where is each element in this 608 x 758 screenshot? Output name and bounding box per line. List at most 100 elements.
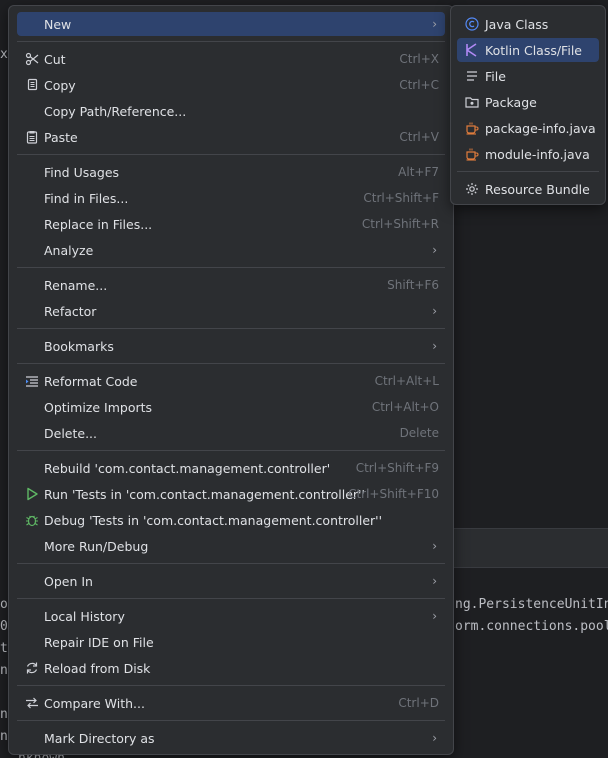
console-line: orm.connections.pool <box>455 619 608 634</box>
chevron-right-icon: › <box>432 304 437 318</box>
resource-bundle-icon <box>465 182 479 196</box>
menu-item-new[interactable]: New › <box>17 12 445 36</box>
shortcut-label: Ctrl+D <box>398 696 439 710</box>
submenu-item-label: Package <box>485 94 537 110</box>
chevron-right-icon: › <box>432 339 437 353</box>
shortcut-label: Delete <box>399 426 439 440</box>
reload-icon <box>25 661 39 675</box>
menu-item-more-run-debug[interactable]: More Run/Debug › <box>17 534 445 558</box>
menu-item-find-in-files[interactable]: Find in Files... Ctrl+Shift+F <box>17 186 445 210</box>
separator <box>457 171 599 172</box>
menu-item-label: Reload from Disk <box>44 660 151 676</box>
clipboard-icon <box>25 130 39 144</box>
menu-item-label: Rebuild 'com.contact.management.controll… <box>44 460 331 476</box>
file-icon <box>465 69 479 83</box>
shortcut-label: Ctrl+Shift+R <box>361 217 439 231</box>
kotlin-icon <box>465 43 479 57</box>
menu-item-label: Run 'Tests in 'com.contact.management.co… <box>44 486 365 502</box>
java-file-icon <box>465 121 479 135</box>
chevron-right-icon: › <box>432 17 437 31</box>
bg-fragment: n <box>0 707 8 722</box>
menu-item-label: More Run/Debug <box>44 538 149 554</box>
menu-item-label: Refactor <box>44 303 97 319</box>
menu-item-debug-tests[interactable]: Debug 'Tests in 'com.contact.management.… <box>17 508 445 532</box>
menu-item-open-in[interactable]: Open In › <box>17 569 445 593</box>
chevron-right-icon: › <box>432 243 437 257</box>
menu-item-optimize-imports[interactable]: Optimize Imports Ctrl+Alt+O <box>17 395 445 419</box>
menu-item-label: Rename... <box>44 277 108 293</box>
menu-item-find-usages[interactable]: Find Usages Alt+F7 <box>17 160 445 184</box>
separator <box>17 685 445 686</box>
copy-icon <box>25 78 39 92</box>
submenu-item-java-class[interactable]: Java Class <box>457 12 599 36</box>
shortcut-label: Ctrl+Shift+F10 <box>348 487 439 501</box>
shortcut-label: Ctrl+X <box>399 52 439 66</box>
menu-item-label: New <box>44 16 72 32</box>
package-icon <box>465 95 479 109</box>
menu-item-reload-from-disk[interactable]: Reload from Disk <box>17 656 445 680</box>
menu-item-label: Paste <box>44 129 78 145</box>
menu-item-copy-path[interactable]: Copy Path/Reference... <box>17 99 445 123</box>
bg-fragment: o <box>0 597 8 612</box>
chevron-right-icon: › <box>432 539 437 553</box>
editor-area <box>450 206 608 528</box>
separator <box>17 154 445 155</box>
menu-item-delete[interactable]: Delete... Delete <box>17 421 445 445</box>
menu-item-analyze[interactable]: Analyze › <box>17 238 445 262</box>
submenu-item-label: Java Class <box>485 16 549 32</box>
menu-item-compare-with[interactable]: Compare With... Ctrl+D <box>17 691 445 715</box>
submenu-item-package-info[interactable]: package-info.java <box>457 116 599 140</box>
menu-item-label: Local History <box>44 608 125 624</box>
menu-item-label: Open In <box>44 573 93 589</box>
menu-item-local-history[interactable]: Local History › <box>17 604 445 628</box>
shortcut-label: Shift+F6 <box>387 278 439 292</box>
menu-item-label: Copy <box>44 77 76 93</box>
menu-item-reformat-code[interactable]: Reformat Code Ctrl+Alt+L <box>17 369 445 393</box>
bg-fragment: n <box>0 729 8 744</box>
compare-icon <box>25 696 39 710</box>
menu-item-rebuild[interactable]: Rebuild 'com.contact.management.controll… <box>17 456 445 480</box>
menu-item-rename[interactable]: Rename... Shift+F6 <box>17 273 445 297</box>
menu-item-label: Debug 'Tests in 'com.contact.management.… <box>44 512 383 528</box>
menu-item-bookmarks[interactable]: Bookmarks › <box>17 334 445 358</box>
menu-item-refactor[interactable]: Refactor › <box>17 299 445 323</box>
separator <box>17 363 445 364</box>
menu-item-run-tests[interactable]: Run 'Tests in 'com.contact.management.co… <box>17 482 445 506</box>
separator <box>17 598 445 599</box>
menu-item-label: Analyze <box>44 242 94 258</box>
submenu-item-label: package-info.java <box>485 120 596 136</box>
menu-item-repair-ide[interactable]: Repair IDE on File <box>17 630 445 654</box>
menu-item-label: Optimize Imports <box>44 399 153 415</box>
shortcut-label: Ctrl+Alt+O <box>371 400 439 414</box>
menu-item-label: Replace in Files... <box>44 216 153 232</box>
separator <box>17 563 445 564</box>
menu-item-label: Bookmarks <box>44 338 114 354</box>
project-context-menu: New › Cut Ctrl+X Copy Ctrl+C Copy Path/R… <box>8 5 454 755</box>
submenu-item-resource-bundle[interactable]: Resource Bundle <box>457 177 599 201</box>
separator <box>17 328 445 329</box>
shortcut-label: Ctrl+Shift+F9 <box>355 461 439 475</box>
submenu-item-label: Resource Bundle <box>485 181 590 197</box>
separator <box>17 720 445 721</box>
menu-item-label: Reformat Code <box>44 373 138 389</box>
submenu-item-package[interactable]: Package <box>457 90 599 114</box>
chevron-right-icon: › <box>432 609 437 623</box>
menu-item-mark-directory-as[interactable]: Mark Directory as › <box>17 726 445 750</box>
bg-fragment: t <box>0 641 8 656</box>
menu-item-copy[interactable]: Copy Ctrl+C <box>17 73 445 97</box>
shortcut-label: Alt+F7 <box>398 165 439 179</box>
menu-item-label: Copy Path/Reference... <box>44 103 187 119</box>
menu-item-paste[interactable]: Paste Ctrl+V <box>17 125 445 149</box>
menu-item-cut[interactable]: Cut Ctrl+X <box>17 47 445 71</box>
shortcut-label: Ctrl+V <box>399 130 439 144</box>
menu-item-label: Repair IDE on File <box>44 634 154 650</box>
menu-item-replace-in-files[interactable]: Replace in Files... Ctrl+Shift+R <box>17 212 445 236</box>
submenu-item-label: File <box>485 68 506 84</box>
java-class-icon <box>465 17 479 31</box>
shortcut-label: Ctrl+Alt+L <box>374 374 439 388</box>
submenu-item-kotlin-class[interactable]: Kotlin Class/File <box>457 38 599 62</box>
menu-item-label: Delete... <box>44 425 97 441</box>
submenu-item-module-info[interactable]: module-info.java <box>457 142 599 166</box>
submenu-item-file[interactable]: File <box>457 64 599 88</box>
scissors-icon <box>25 52 39 66</box>
